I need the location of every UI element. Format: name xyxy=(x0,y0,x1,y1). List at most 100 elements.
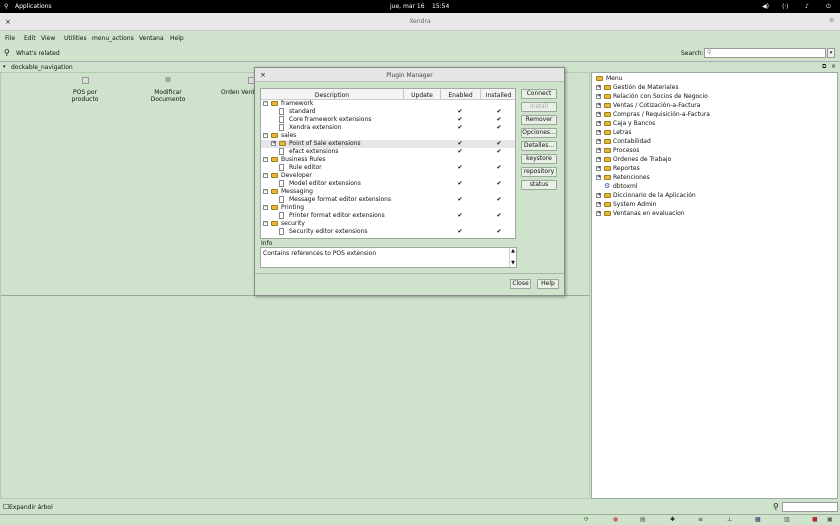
dialog-button-status[interactable]: status xyxy=(521,180,557,190)
installed-checkbox[interactable]: ✔ xyxy=(496,125,502,131)
plugin-row[interactable]: efact extensions ✔ ✔ xyxy=(261,148,515,156)
plugin-row[interactable]: standard ✔ ✔ xyxy=(261,108,515,116)
menu-ventana[interactable]: Ventana xyxy=(139,35,164,42)
clock-date[interactable]: jue, mar 16 xyxy=(390,3,425,10)
plugin-table[interactable]: Description Update Enabled Installed - fr… xyxy=(260,88,516,239)
expand-icon[interactable]: + xyxy=(596,193,601,198)
menu-file[interactable]: File xyxy=(5,35,15,42)
search-input[interactable]: ⚲ xyxy=(704,48,826,58)
dock-float-icon[interactable]: ⧉ xyxy=(822,63,826,71)
installed-checkbox[interactable]: ✔ xyxy=(496,213,502,219)
expand-icon[interactable]: + xyxy=(596,103,601,108)
list-icon[interactable]: ≡ xyxy=(698,516,703,523)
tree-search-input[interactable] xyxy=(782,502,838,512)
collapse-icon[interactable]: - xyxy=(263,173,268,178)
expand-icon[interactable]: + xyxy=(596,112,601,117)
expand-icon[interactable]: + xyxy=(596,166,601,171)
tree-search-icon[interactable]: ⚲ xyxy=(773,502,779,511)
shortcut-modify-document[interactable]: ⚙ Modificar Documento xyxy=(137,77,199,104)
plugin-row[interactable]: - Messaging xyxy=(261,188,515,196)
plugin-row[interactable]: Security editor extensions ✔ ✔ xyxy=(261,228,515,236)
info-scrollbar[interactable]: ▲ ▼ xyxy=(509,248,516,267)
dialog-button-detalles[interactable]: Detalles... xyxy=(521,141,557,151)
plugin-row[interactable]: - Business Rules xyxy=(261,156,515,164)
tree-icon[interactable]: ⊥ xyxy=(727,516,732,523)
enabled-checkbox[interactable]: ✔ xyxy=(457,197,463,203)
collapse-icon[interactable]: - xyxy=(263,101,268,106)
enabled-checkbox[interactable]: ✔ xyxy=(457,229,463,235)
enabled-checkbox[interactable]: ✔ xyxy=(457,125,463,131)
exit-icon[interactable]: ■ xyxy=(812,516,818,523)
dialog-button-connect[interactable]: Connect xyxy=(521,89,557,99)
alert-icon[interactable]: ● xyxy=(613,516,618,523)
plugin-row[interactable]: + Point of Sale extensions ✔ ✔ xyxy=(261,140,515,148)
enabled-checkbox[interactable]: ✔ xyxy=(457,165,463,171)
clock-time[interactable]: 15:54 xyxy=(432,3,449,10)
column-enabled[interactable]: Enabled xyxy=(441,89,481,100)
collapse-icon[interactable]: - xyxy=(263,221,268,226)
volume-icon[interactable]: ◀) xyxy=(762,3,769,10)
menu-help[interactable]: Help xyxy=(170,35,184,42)
column-update[interactable]: Update xyxy=(404,89,441,100)
expand-icon[interactable]: + xyxy=(596,175,601,180)
dialog-button-remover[interactable]: Remover xyxy=(521,115,557,125)
whats-related-icon[interactable]: ⚲ xyxy=(4,48,10,57)
installed-checkbox[interactable]: ✔ xyxy=(496,165,502,171)
dialog-button-install[interactable]: Install xyxy=(521,102,557,112)
enabled-checkbox[interactable]: ✔ xyxy=(457,181,463,187)
menu-edit[interactable]: Edit xyxy=(24,35,36,42)
menu-utilities[interactable]: Utilities xyxy=(64,35,87,42)
expand-icon[interactable]: + xyxy=(596,121,601,126)
dialog-button-repository[interactable]: repository xyxy=(521,167,557,177)
installed-checkbox[interactable]: ✔ xyxy=(496,117,502,123)
plugin-row[interactable]: - framework xyxy=(261,100,515,108)
installed-checkbox[interactable]: ✔ xyxy=(496,229,502,235)
installed-checkbox[interactable]: ✔ xyxy=(496,197,502,203)
window-options-icon[interactable]: ⚙ xyxy=(829,17,834,24)
expand-icon[interactable]: + xyxy=(596,85,601,90)
plugin-row[interactable]: - security xyxy=(261,220,515,228)
enabled-checkbox[interactable]: ✔ xyxy=(457,109,463,115)
expand-tree-label[interactable]: Expandir árbol xyxy=(9,504,53,511)
expand-icon[interactable]: + xyxy=(271,141,276,146)
collapse-icon[interactable]: - xyxy=(263,189,268,194)
plugin-row[interactable]: - Developer xyxy=(261,172,515,180)
expand-icon[interactable]: + xyxy=(596,139,601,144)
grid-icon[interactable]: ▥ xyxy=(784,516,790,523)
collapse-icon[interactable]: - xyxy=(263,205,268,210)
expand-icon[interactable]: + xyxy=(596,148,601,153)
column-description[interactable]: Description xyxy=(261,89,404,100)
notification-icon[interactable]: ♪ xyxy=(805,3,809,10)
plugin-row[interactable]: Printer format editor extensions ✔ ✔ xyxy=(261,212,515,220)
dialog-button-keystore[interactable]: keystore xyxy=(521,154,557,164)
print-icon[interactable]: ▤ xyxy=(640,516,646,523)
dock-collapse-icon[interactable]: ▾ xyxy=(3,64,6,70)
scroll-down-icon[interactable]: ▼ xyxy=(510,260,516,266)
close-button[interactable]: Close xyxy=(510,279,531,289)
refresh-icon[interactable]: ⟳ xyxy=(584,516,589,523)
whats-related-label[interactable]: What's related xyxy=(16,50,60,57)
enabled-checkbox[interactable]: ✔ xyxy=(457,117,463,123)
installed-checkbox[interactable]: ✔ xyxy=(496,109,502,115)
search-dropdown-button[interactable]: ▾ xyxy=(827,48,835,58)
menu-actions[interactable]: menu_actions xyxy=(92,35,134,42)
expand-icon[interactable]: + xyxy=(596,202,601,207)
enabled-checkbox[interactable]: ✔ xyxy=(457,149,463,155)
plugin-row[interactable]: Message format editor extensions ✔ ✔ xyxy=(261,196,515,204)
plugin-row[interactable]: Rule editor ✔ ✔ xyxy=(261,164,515,172)
plugin-row[interactable]: Model editor extensions ✔ ✔ xyxy=(261,180,515,188)
expand-icon[interactable]: + xyxy=(596,157,601,162)
expand-icon[interactable]: + xyxy=(596,94,601,99)
scroll-up-icon[interactable]: ▲ xyxy=(510,248,516,254)
power-icon[interactable]: ⏻ xyxy=(826,3,831,11)
help-button[interactable]: Help xyxy=(537,279,559,289)
plugin-row[interactable]: - sales xyxy=(261,132,515,140)
settings-icon[interactable]: ▣ xyxy=(827,516,833,523)
collapse-icon[interactable]: - xyxy=(263,133,268,138)
network-icon[interactable]: ⟨·⟩ xyxy=(782,3,789,10)
bug-icon[interactable]: ✱ xyxy=(670,516,675,523)
expand-icon[interactable]: + xyxy=(596,211,601,216)
shortcut-pos[interactable]: POS por producto xyxy=(60,77,110,103)
plugin-row[interactable]: Core framework extensions ✔ ✔ xyxy=(261,116,515,124)
dock-close-icon[interactable]: × xyxy=(831,63,836,70)
